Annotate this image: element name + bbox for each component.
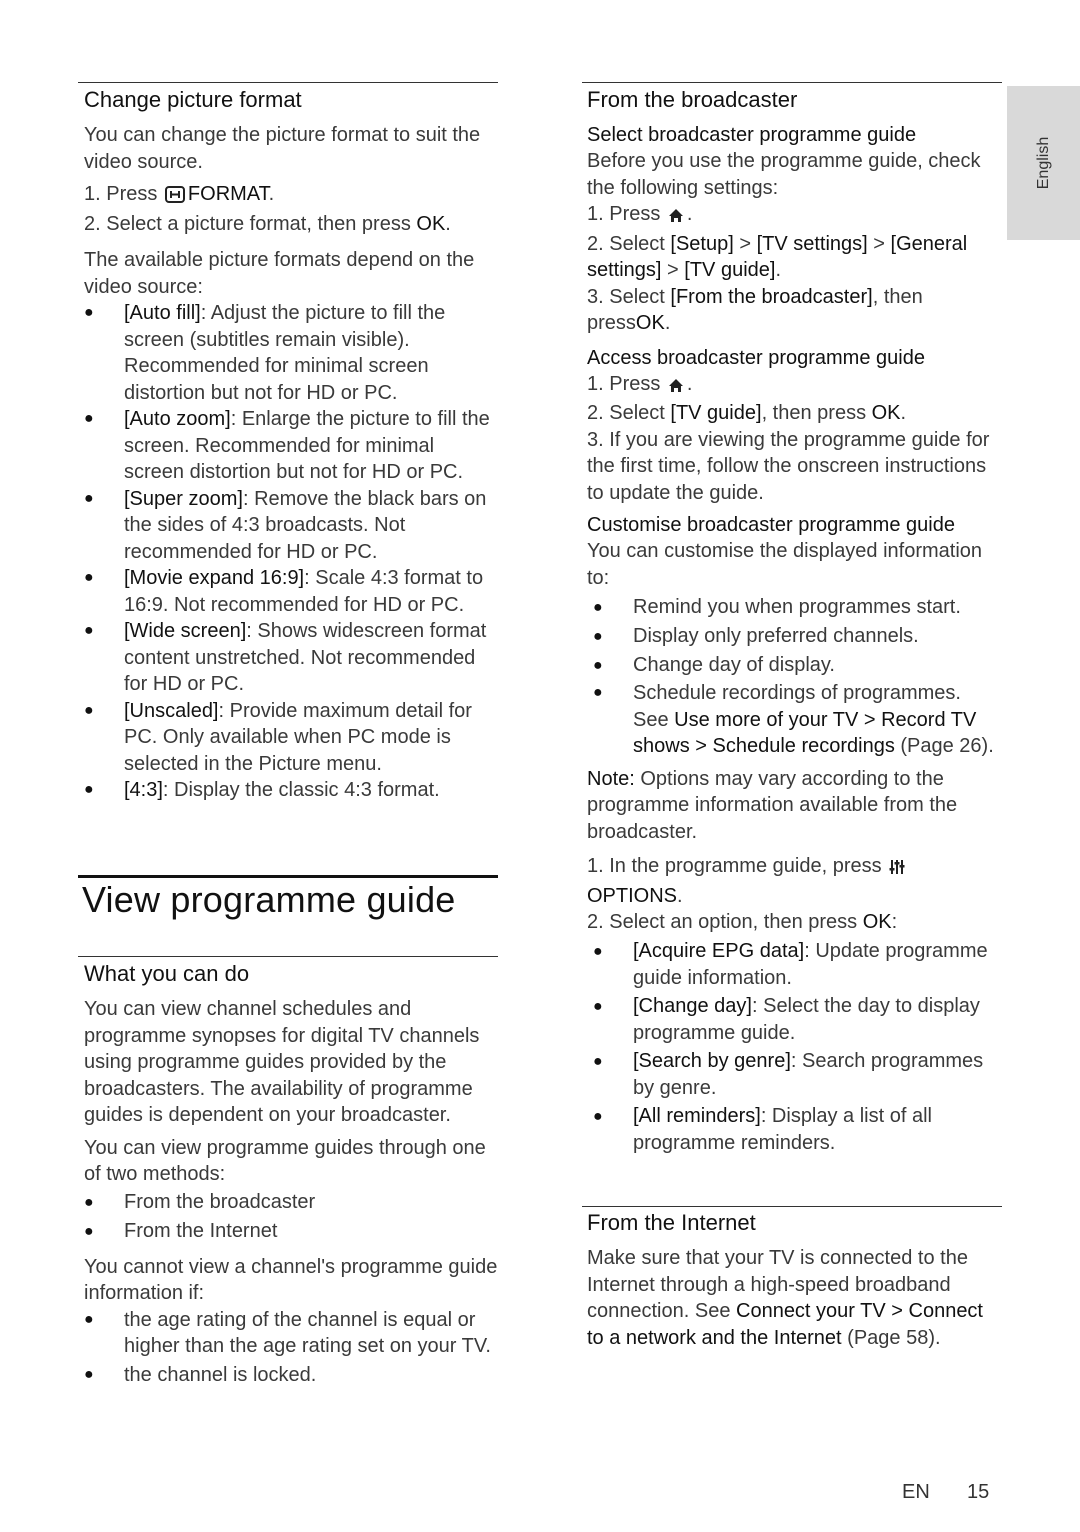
bullet-icon: ● bbox=[84, 1222, 94, 1240]
page-title: View programme guide bbox=[82, 879, 456, 920]
list-item: ● [Change day]: Select the day to display… bbox=[593, 994, 980, 1045]
format-icon bbox=[164, 184, 185, 211]
step-1: 1. In the programme guide, press OPTIONS… bbox=[587, 853, 1002, 909]
list-item: ● [Wide screen]: Shows widescreen format … bbox=[84, 620, 487, 695]
section-rule bbox=[582, 82, 1002, 83]
home-icon bbox=[668, 204, 684, 231]
footer-language: EN bbox=[902, 1481, 930, 1503]
step-3: 3. If you are viewing the programme guid… bbox=[587, 428, 990, 504]
list-item: ● the channel is locked. bbox=[78, 1362, 498, 1389]
bullet-icon: ● bbox=[84, 1310, 94, 1328]
bullet-icon: ● bbox=[84, 304, 94, 321]
bullet-icon: ● bbox=[84, 489, 94, 507]
section-rule bbox=[582, 1206, 1002, 1207]
language-tab-label: English bbox=[1034, 136, 1052, 190]
bullet-icon: ● bbox=[593, 1107, 603, 1125]
step-1: 1. Press . bbox=[587, 371, 1002, 401]
list-item: ● From the Internet bbox=[78, 1217, 498, 1246]
paragraph: You can view programme guides through on… bbox=[84, 1136, 486, 1186]
options-icon bbox=[889, 856, 905, 883]
customise-list: ● Remind you when programmes start. ● Disp… bbox=[587, 593, 1002, 760]
list-item: ● [Acquire EPG data]: Update programme gu… bbox=[593, 939, 988, 990]
bullet-icon: ● bbox=[84, 1365, 94, 1383]
paragraph: Before you use the programme guide, chec… bbox=[587, 150, 981, 199]
what-you-can-do-section: What you can do You can view channel sch… bbox=[84, 960, 498, 1388]
bullet-icon: ● bbox=[84, 410, 94, 427]
methods-list: ● From the broadcaster ● From the Internet bbox=[78, 1188, 498, 1246]
list-item: ● the age rating of the channel is equal … bbox=[84, 1308, 491, 1358]
list-item: ● [Unscaled]: Provide maximum detail for … bbox=[84, 699, 472, 775]
change-picture-format-section: Change picture format You can change the… bbox=[84, 86, 498, 804]
subsection-heading: Select broadcaster programme guide bbox=[587, 124, 917, 146]
section-heading: From the broadcaster bbox=[587, 87, 798, 112]
step-2: 2. Select [TV guide], then press OK. bbox=[587, 402, 907, 424]
bullet-icon: ● bbox=[593, 684, 603, 701]
available-formats-text: The available picture formats depend on … bbox=[84, 249, 475, 298]
bullet-icon: ● bbox=[84, 701, 94, 719]
bullet-icon: ● bbox=[593, 657, 603, 674]
list-item: ● [Super zoom]: Remove the black bars on … bbox=[84, 487, 487, 563]
subsection-heading: Access broadcaster programme guide bbox=[587, 346, 925, 369]
paragraph: You can view channel schedules and progr… bbox=[84, 998, 480, 1126]
list-item: ● [Movie expand 16:9]: Scale 4:3 format t… bbox=[84, 567, 484, 616]
home-icon bbox=[668, 374, 684, 401]
list-item: ● [All reminders]: Display a list of all … bbox=[593, 1104, 932, 1155]
step-3: 3. Select [From the broadcaster], then p… bbox=[587, 285, 923, 335]
list-item: ● [Auto fill]: Adjust the picture to fill… bbox=[84, 302, 446, 404]
list-item: ● Remind you when programmes start. bbox=[587, 593, 1002, 622]
step-2: 2. Select an option, then press OK: bbox=[587, 911, 898, 933]
step-1: 1. Press . bbox=[587, 201, 1002, 231]
from-internet-section: From the Internet Make sure that your TV… bbox=[587, 1209, 1002, 1351]
conditions-list: ● the age rating of the channel is equal … bbox=[78, 1307, 498, 1389]
bullet-icon: ● bbox=[84, 781, 94, 798]
list-item: ● Change day of display. bbox=[587, 651, 1002, 680]
bullet-icon: ● bbox=[593, 1052, 603, 1070]
step-2: 2. Select a picture format, then press O… bbox=[84, 212, 451, 235]
page-number: 15 bbox=[967, 1481, 990, 1503]
step-1: 1. Press FORMAT. bbox=[84, 181, 498, 211]
paragraph: You can customise the displayed informat… bbox=[587, 540, 983, 589]
language-tab: English bbox=[1007, 86, 1080, 240]
bullet-icon: ● bbox=[84, 1193, 94, 1211]
section-rule bbox=[78, 956, 498, 957]
bullet-icon: ● bbox=[593, 599, 603, 616]
list-item: ● [Search by genre]: Search programmes by… bbox=[593, 1049, 984, 1100]
bullet-icon: ● bbox=[84, 622, 94, 639]
list-item: ● Schedule recordings of programmes. See … bbox=[593, 682, 994, 757]
paragraph: Make sure that your TV is connected to t… bbox=[587, 1247, 983, 1349]
section-heading: What you can do bbox=[84, 961, 250, 986]
bullet-icon: ● bbox=[84, 569, 94, 586]
paragraph: You cannot view a channel's programme gu… bbox=[84, 1255, 498, 1305]
list-item: ● [4:3]: Display the classic 4:3 format. bbox=[78, 777, 498, 804]
section-heading: Change picture format bbox=[84, 87, 302, 112]
step-2: 2. Select [Setup] > [TV settings] > [Gen… bbox=[587, 232, 968, 282]
intro-text: You can change the picture format to sui… bbox=[84, 124, 481, 173]
list-item: ● From the broadcaster bbox=[78, 1188, 498, 1217]
bullet-icon: ● bbox=[593, 628, 603, 645]
from-broadcaster-section: From the broadcaster Select broadcaster … bbox=[587, 86, 1002, 1158]
subsection-heading: Customise broadcaster programme guide bbox=[587, 514, 955, 536]
bullet-icon: ● bbox=[593, 942, 603, 960]
chapter-title-block: View programme guide bbox=[82, 878, 502, 922]
format-list: ● [Auto fill]: Adjust the picture to fill… bbox=[78, 300, 498, 804]
bullet-icon: ● bbox=[593, 997, 603, 1015]
section-rule bbox=[78, 82, 498, 83]
section-heading: From the Internet bbox=[587, 1210, 756, 1235]
list-item: ● [Auto zoom]: Enlarge the picture to fil… bbox=[84, 408, 490, 483]
note: Note: Options may vary according to the … bbox=[587, 767, 958, 843]
options-list: ● [Acquire EPG data]: Update programme gu… bbox=[587, 938, 1002, 1158]
list-item: ● Display only preferred channels. bbox=[587, 622, 1002, 651]
